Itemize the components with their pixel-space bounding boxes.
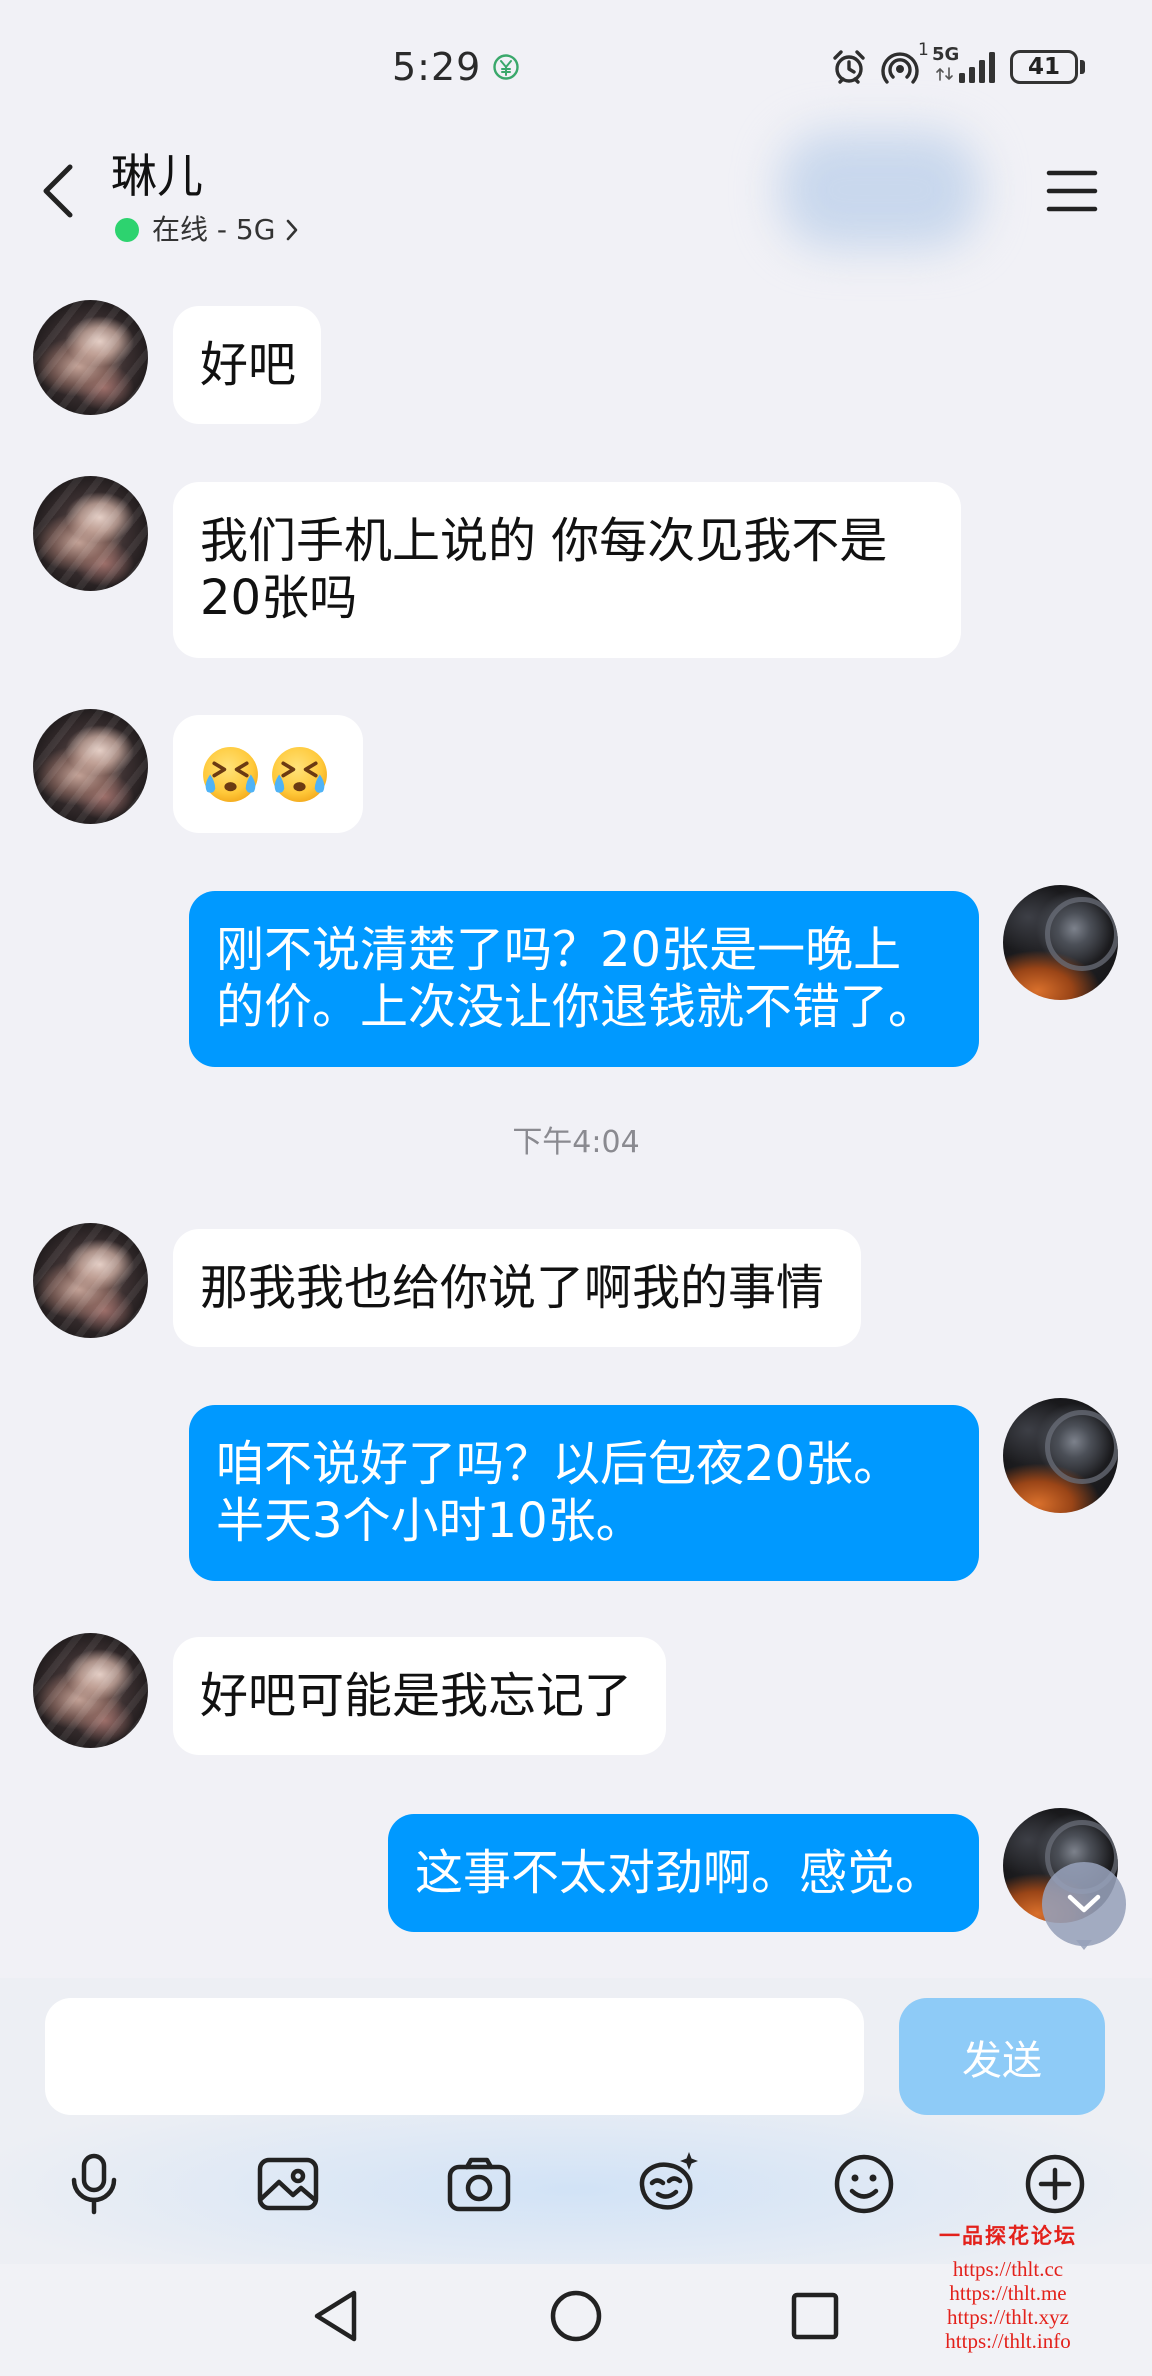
message-timestamp: 下午4:04 [512, 1125, 640, 1160]
message-bubble-incoming[interactable]: 我们手机上说的 你每次见我不是 20张吗 [173, 482, 961, 658]
contact-avatar[interactable] [33, 300, 148, 415]
contact-name: 琳儿 [111, 149, 203, 203]
image-icon[interactable] [253, 2149, 323, 2219]
crying-laughing-face-icon [272, 747, 327, 802]
data-arrows-icon [936, 67, 953, 81]
magic-expression-icon[interactable] [633, 2149, 703, 2219]
battery-icon: 41 [1010, 50, 1078, 84]
network-type: 5G [932, 44, 960, 65]
watermark-url: https://thlt.me [949, 2281, 1067, 2305]
blurred-region [780, 132, 980, 248]
hamburger-menu-icon[interactable] [1046, 169, 1098, 213]
my-avatar[interactable] [1003, 885, 1118, 1000]
message-text: 那我我也给你说了啊我的事情 [200, 1260, 825, 1316]
watermark-url: https://thlt.cc [952, 2257, 1064, 2281]
hotspot-icon [881, 52, 919, 84]
crying-laughing-face-icon [203, 747, 258, 802]
message-bubble-outgoing[interactable]: 刚不说清楚了吗？20张是一晚上 的价。上次没让你退钱就不错了。 [189, 891, 979, 1067]
signal-icon [959, 52, 995, 83]
data-saver-icon [493, 54, 519, 80]
message-text: 好吧 [200, 337, 297, 393]
online-indicator [115, 218, 139, 242]
message-bubble-incoming[interactable]: 好吧可能是我忘记了 [173, 1637, 666, 1755]
message-input[interactable] [45, 1998, 864, 2115]
back-arrow-icon[interactable] [40, 163, 80, 219]
message-bubble-outgoing[interactable]: 咱不说好了吗？以后包夜20张。 半天3个小时10张。 [189, 1405, 979, 1581]
my-avatar[interactable] [1003, 1398, 1118, 1513]
send-button-label: 发送 [962, 2037, 1042, 2084]
message-text: 我们手机上说的 你每次见我不是 [200, 513, 888, 569]
microphone-icon[interactable] [59, 2149, 129, 2219]
watermark: 一品探花论坛 https://thlt.cc https://thlt.me h… [922, 2222, 1094, 2353]
send-button[interactable]: 发送 [899, 1998, 1105, 2115]
chat-screen: 5:29 1 5G 41 琳儿 在线 - 5G 好吧 我们手机上说的 你每次见我… [0, 0, 1152, 2376]
status-time: 5:29 [392, 45, 482, 89]
chevron-right-icon [287, 219, 298, 241]
message-text: 咱不说好了吗？以后包夜20张。 [216, 1436, 902, 1492]
message-text: 刚不说清楚了吗？20张是一晚上 [216, 922, 902, 978]
hotspot-count: 1 [918, 40, 929, 60]
battery-cap [1080, 60, 1085, 74]
contact-avatar[interactable] [33, 476, 148, 591]
contact-avatar[interactable] [33, 1223, 148, 1338]
recents-square-icon[interactable] [790, 2291, 840, 2341]
emoji-icon[interactable] [829, 2149, 899, 2219]
contact-status: 在线 - 5G [152, 213, 276, 246]
message-text: 半天3个小时10张。 [216, 1493, 644, 1549]
message-bubble-outgoing[interactable]: 这事不太对劲啊。感觉。 [388, 1814, 979, 1932]
message-bubble-incoming[interactable]: 好吧 [173, 306, 321, 424]
watermark-title: 一品探花论坛 [939, 2223, 1077, 2248]
back-triangle-icon[interactable] [310, 2288, 362, 2344]
message-text: 这事不太对劲啊。感觉。 [415, 1845, 944, 1901]
contact-avatar[interactable] [33, 709, 148, 824]
battery-level: 41 [1027, 54, 1060, 80]
watermark-url: https://thlt.xyz [947, 2305, 1069, 2329]
watermark-url: https://thlt.info [945, 2329, 1071, 2353]
message-bubble-incoming-emoji[interactable] [173, 715, 363, 833]
message-text: 20张吗 [200, 570, 358, 626]
camera-icon[interactable] [444, 2149, 514, 2219]
contact-status-link[interactable]: 在线 - 5G [115, 213, 299, 247]
home-circle-icon[interactable] [549, 2289, 603, 2343]
message-text: 好吧可能是我忘记了 [200, 1668, 633, 1724]
message-text: 的价。上次没让你退钱就不错了。 [216, 979, 937, 1035]
alarm-icon [833, 50, 865, 84]
scroll-to-bottom-button[interactable] [1042, 1862, 1126, 1946]
chevron-down-icon [1067, 1894, 1101, 1913]
message-bubble-incoming[interactable]: 那我我也给你说了啊我的事情 [173, 1229, 861, 1347]
plus-icon[interactable] [1020, 2149, 1090, 2219]
contact-avatar[interactable] [33, 1633, 148, 1748]
